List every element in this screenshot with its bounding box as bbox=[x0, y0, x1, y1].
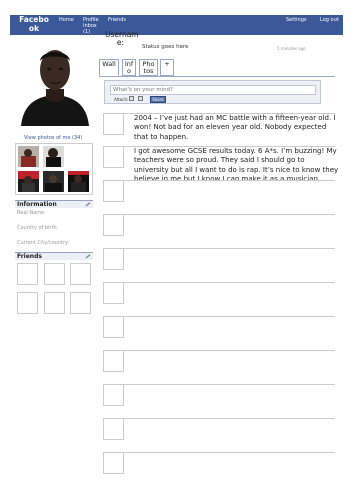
edit-pencil-icon[interactable] bbox=[85, 254, 91, 259]
status-text: Status goes here bbox=[142, 44, 189, 50]
profile-photo[interactable] bbox=[17, 37, 93, 126]
tab-photos-label: Pho tos bbox=[142, 60, 155, 75]
post-avatar[interactable] bbox=[103, 350, 124, 372]
post-divider bbox=[124, 384, 335, 385]
post-avatar[interactable] bbox=[103, 452, 124, 474]
status-timestamp: 5 minutes ago bbox=[277, 46, 306, 51]
tab-info[interactable]: Inf o bbox=[122, 59, 136, 76]
post-divider bbox=[124, 214, 335, 215]
wall-post-text: I got awesome GCSE results today. 6 A*s.… bbox=[134, 147, 339, 183]
real-name-label: Real Name: bbox=[17, 210, 46, 216]
friend-thumbnail[interactable] bbox=[17, 263, 38, 285]
post-avatar[interactable] bbox=[103, 146, 124, 168]
photo-thumbnail[interactable] bbox=[18, 146, 39, 167]
share-button[interactable]: Share bbox=[150, 96, 166, 103]
friend-thumbnail[interactable] bbox=[44, 263, 65, 285]
post-avatar[interactable] bbox=[103, 180, 124, 202]
photo-thumbnail-image bbox=[43, 146, 64, 167]
photo-thumbnail[interactable] bbox=[43, 146, 64, 167]
post-divider bbox=[124, 316, 335, 317]
friend-thumbnail[interactable] bbox=[17, 292, 38, 314]
status-composer: Attach: Share bbox=[104, 80, 321, 104]
post-avatar[interactable] bbox=[103, 384, 124, 406]
view-photos-link[interactable]: View photos of me (34) bbox=[24, 135, 82, 141]
information-title: Information bbox=[17, 201, 57, 208]
post-avatar[interactable] bbox=[103, 316, 124, 338]
photo-thumbnail-image bbox=[43, 171, 64, 192]
facebook-logo[interactable]: Facebo ok bbox=[18, 15, 50, 33]
photo-thumbnail[interactable] bbox=[43, 171, 64, 192]
photo-thumbnail-image bbox=[18, 171, 39, 192]
post-avatar[interactable] bbox=[103, 248, 124, 270]
status-input[interactable] bbox=[110, 85, 316, 95]
photo-thumbnail[interactable] bbox=[68, 171, 89, 192]
current-city-label: Current City/country: bbox=[17, 240, 70, 246]
friends-title: Friends bbox=[17, 253, 42, 260]
post-avatar[interactable] bbox=[103, 214, 124, 236]
post-divider bbox=[124, 248, 335, 249]
country-of-birth-label: Country of birth: bbox=[17, 225, 59, 231]
tab-add[interactable]: + bbox=[160, 59, 174, 76]
profile-photo-image bbox=[17, 37, 93, 126]
username-label: Usernam e: bbox=[105, 30, 139, 47]
post-divider bbox=[124, 180, 335, 181]
nav-friends-link[interactable]: Friends bbox=[108, 17, 126, 23]
nav-logout-link[interactable]: Log out bbox=[320, 17, 339, 23]
tab-divider bbox=[99, 76, 335, 77]
nav-home-link[interactable]: Home bbox=[59, 17, 74, 23]
post-divider bbox=[124, 452, 335, 453]
post-avatar[interactable] bbox=[103, 282, 124, 304]
photo-thumbnail-image bbox=[68, 171, 89, 192]
friend-thumbnail[interactable] bbox=[70, 263, 91, 285]
post-divider bbox=[124, 418, 335, 419]
attach-photo-icon[interactable] bbox=[129, 96, 134, 101]
attach-label: Attach: bbox=[114, 97, 129, 102]
nav-profile-inbox-link[interactable]: Profile Inbox (1) bbox=[83, 17, 105, 35]
photo-thumbnail-image bbox=[18, 146, 39, 167]
tab-wall-label: Wall bbox=[102, 60, 116, 68]
attach-video-icon[interactable] bbox=[138, 96, 143, 101]
tab-add-label: + bbox=[164, 60, 170, 68]
information-header: Information bbox=[15, 200, 93, 208]
post-avatar[interactable] bbox=[103, 113, 124, 135]
post-divider bbox=[124, 282, 335, 283]
friend-thumbnail[interactable] bbox=[70, 292, 91, 314]
tab-photos[interactable]: Pho tos bbox=[139, 59, 158, 76]
photo-thumbnails bbox=[15, 143, 93, 195]
friend-thumbnail[interactable] bbox=[44, 292, 65, 314]
tab-wall[interactable]: Wall bbox=[99, 59, 119, 76]
edit-pencil-icon[interactable] bbox=[85, 202, 91, 207]
post-avatar[interactable] bbox=[103, 418, 124, 440]
tab-info-label: Inf o bbox=[124, 60, 134, 75]
friends-header: Friends bbox=[15, 252, 93, 260]
nav-settings-link[interactable]: Settings bbox=[286, 17, 307, 23]
post-divider bbox=[124, 350, 335, 351]
photo-thumbnail[interactable] bbox=[18, 171, 39, 192]
top-nav-bar: Facebo ok Home Profile Inbox (1) Friends … bbox=[10, 15, 343, 35]
wall-post-text: 2004 – I’ve just had an MC battle with a… bbox=[134, 114, 336, 141]
